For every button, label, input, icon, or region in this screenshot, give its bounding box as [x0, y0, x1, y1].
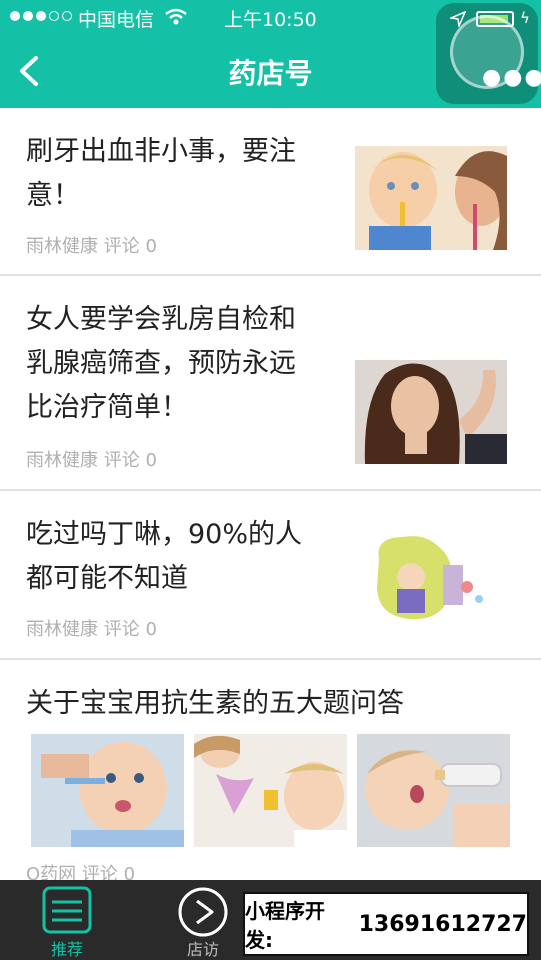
tab-label: 店访 — [186, 940, 219, 959]
article-title: 关于宝宝用抗生素的五大题问答 — [26, 688, 404, 719]
promo-banner: 小程序开发: 13691612727 — [243, 892, 529, 956]
charging-bolt-icon: ϟ — [520, 9, 530, 27]
wifi-icon — [165, 8, 187, 25]
status-time: 上午10:50 — [224, 9, 317, 31]
article-meta: 雨林健康 评论 0 — [26, 615, 157, 641]
article-title: 女人要学会乳房自检和 乳腺癌筛查，预防永远 比治疗简单！ — [26, 298, 346, 430]
article-title-line: 意！ — [26, 180, 80, 211]
article-title-line: 女人要学会乳房自检和 — [26, 304, 296, 335]
article-thumbnail — [355, 146, 507, 250]
article-meta: 雨林健康 评论 0 — [26, 446, 157, 472]
article-title-line: 刷牙出血非小事，要注 — [26, 136, 296, 167]
article-thumbnail — [357, 734, 510, 847]
promo-label: 小程序开发: — [245, 899, 325, 952]
assistive-touch-button[interactable]: ϟ ●●● — [436, 3, 541, 104]
article-title: 刷牙出血非小事，要注 意！ — [26, 130, 346, 218]
app-screen: 中国电信 上午10:50 药店号 ϟ ●●● 刷牙出血非小事，要注 意！ 雨林健… — [0, 0, 541, 960]
promo-phone: 13691612727 — [358, 911, 527, 937]
tab-store-visit[interactable]: 店访 — [158, 880, 248, 960]
article-title-line: 都可能不知道 — [26, 563, 188, 594]
article-thumbnail — [31, 734, 184, 847]
article-comment-count: 评论 0 — [103, 236, 157, 257]
carrier-label: 中国电信 — [78, 9, 155, 31]
more-dots-icon: ●●● — [482, 65, 541, 90]
article-item[interactable]: 刷牙出血非小事，要注 意！ 雨林健康 评论 0 — [0, 108, 541, 276]
article-title-line: 乳腺癌筛查，预防永远 — [26, 348, 296, 379]
article-item[interactable]: 女人要学会乳房自检和 乳腺癌筛查，预防永远 比治疗简单！ 雨林健康 评论 0 — [0, 276, 541, 491]
article-thumbnail — [355, 529, 507, 633]
article-comment-count: 评论 0 — [103, 619, 157, 640]
tab-label: 推荐 — [50, 940, 83, 959]
article-title-line: 吃过吗丁啉，90%的人 — [26, 519, 303, 550]
list-icon — [42, 886, 92, 934]
article-thumbnail — [355, 360, 507, 464]
article-item[interactable]: 吃过吗丁啉，90%的人 都可能不知道 雨林健康 评论 0 — [0, 491, 541, 660]
article-comment-count: 评论 0 — [103, 450, 157, 471]
tab-recommend[interactable]: 推荐 — [22, 880, 112, 960]
article-title: 吃过吗丁啉，90%的人 都可能不知道 — [26, 513, 346, 601]
play-icon — [178, 887, 228, 937]
article-thumbnail — [194, 734, 347, 847]
article-source: 雨林健康 — [26, 450, 98, 471]
signal-strength-icon — [10, 11, 72, 21]
article-item[interactable]: 关于宝宝用抗生素的五大题问答 Q药网 评论 0 — [0, 660, 541, 885]
article-source: 雨林健康 — [26, 619, 98, 640]
article-title-line: 比治疗简单！ — [26, 392, 188, 423]
article-source: 雨林健康 — [26, 236, 98, 257]
article-meta: 雨林健康 评论 0 — [26, 232, 157, 258]
